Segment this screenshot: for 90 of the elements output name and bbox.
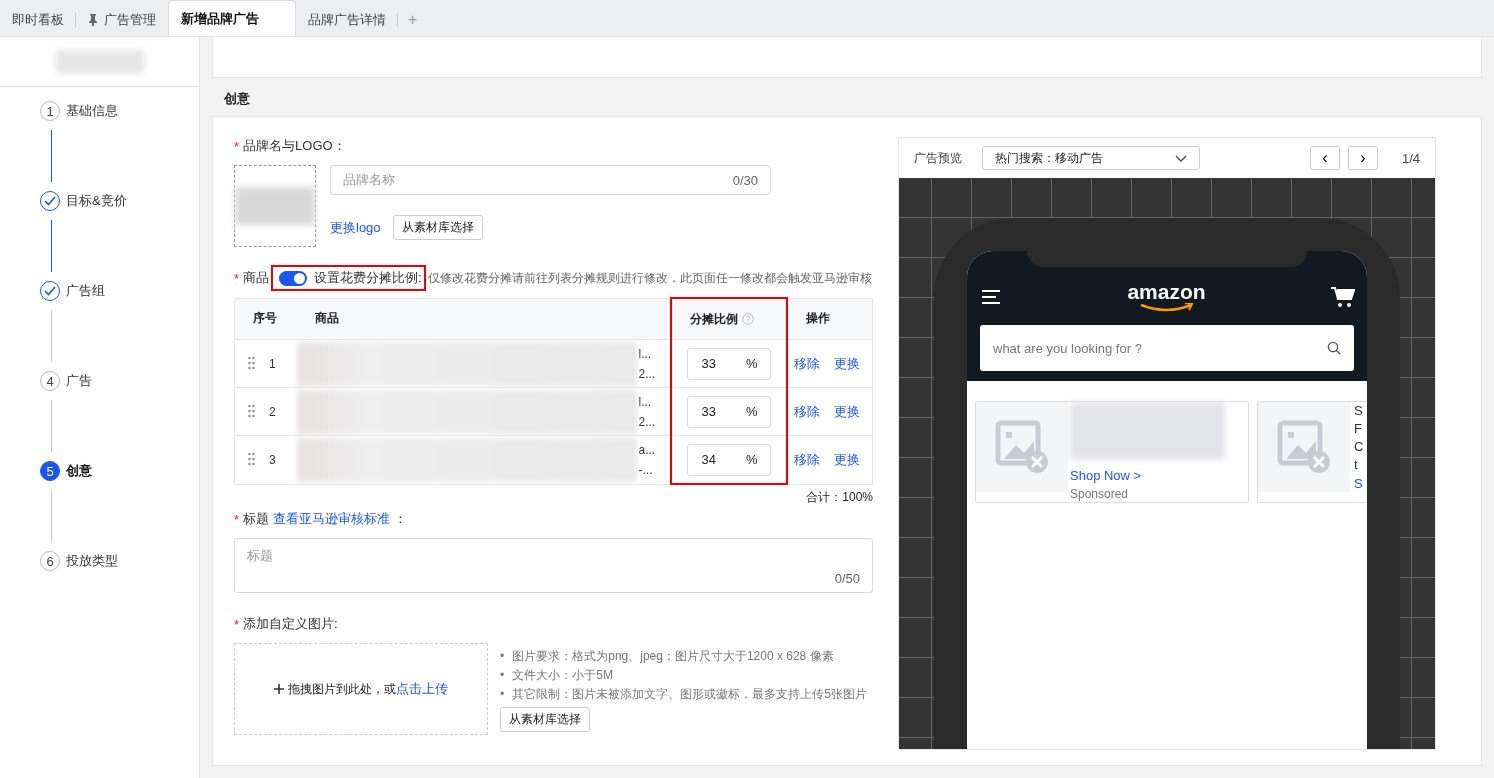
card-text-fragment: S F C t <box>1353 402 1364 474</box>
image-placeholder-icon <box>994 419 1050 475</box>
menu-icon[interactable] <box>982 289 1002 305</box>
step-label[interactable]: 投放类型 <box>66 552 118 570</box>
step-number: 4 <box>40 371 60 391</box>
step-number: 1 <box>40 101 60 121</box>
step-label[interactable]: 广告 <box>66 372 92 390</box>
next-button[interactable]: › <box>1347 146 1378 170</box>
upload-link[interactable]: 点击上传 <box>396 680 448 698</box>
preview-label: 广告预览 <box>914 149 962 167</box>
search-icon <box>1327 341 1341 355</box>
logo-upload-box[interactable] <box>234 165 316 247</box>
replace-link[interactable]: 更换 <box>833 402 860 421</box>
required-mark: * <box>234 511 240 527</box>
required-mark: * <box>234 270 240 286</box>
product-card[interactable]: Shop Now > Sponsored <box>975 401 1249 503</box>
product-title-fragment: l... 2... <box>638 345 656 383</box>
plus-icon <box>274 684 284 694</box>
product-title-fragment: a... -... <box>638 441 656 479</box>
bullet: • <box>500 686 505 703</box>
step-number: 6 <box>40 551 60 571</box>
tab[interactable]: 品牌广告详情 <box>296 3 398 36</box>
library-button[interactable]: 从素材库选择 <box>392 215 483 240</box>
field-label: 标题 <box>243 510 270 528</box>
required-mark: * <box>234 138 240 154</box>
ratio-field[interactable]: 34 % <box>686 443 771 476</box>
search-field[interactable]: what are you looking for ? <box>980 325 1354 371</box>
ratio-field[interactable]: 33 % <box>686 395 771 428</box>
rule-text: 其它限制：图片未被添加文字、图形或徽标，最多支持上传5张图片 <box>512 686 867 703</box>
step-label[interactable]: 基础信息 <box>66 102 118 120</box>
field-label: 添加自定义图片: <box>243 615 338 633</box>
rule-text: 图片要求：格式为png、jpeg；图片尺寸大于1200 x 628 像素 <box>512 648 834 665</box>
field-label: 品牌名与LOGO： <box>243 137 346 155</box>
drag-handle-icon[interactable] <box>248 405 255 418</box>
drop-text: 拖拽图片到此处，或点击上传 <box>288 680 448 698</box>
replace-link[interactable]: 更换 <box>833 450 860 469</box>
column-header: 操作 <box>805 310 830 328</box>
column-header: 序号 <box>253 310 277 328</box>
cart-icon[interactable] <box>1331 286 1355 308</box>
chevron-down-icon <box>1175 154 1187 162</box>
step-number: 5 <box>40 461 60 481</box>
drag-handle-icon[interactable] <box>248 357 255 370</box>
brand-name-field[interactable]: 品牌名称 0/30 <box>330 165 771 195</box>
required-mark: * <box>234 616 240 632</box>
previous-button[interactable]: ‹ <box>1309 146 1340 170</box>
shop-now-link[interactable]: Shop Now > <box>1070 468 1225 483</box>
column-header: 商品 <box>314 310 339 328</box>
total-text: 合计：100% <box>806 489 873 506</box>
column-header: 分摊比例 <box>689 310 738 328</box>
toggle-label: 设置花费分摊比例: <box>314 269 422 287</box>
shop-link[interactable]: S <box>1352 476 1364 491</box>
row-number: 3 <box>269 452 276 467</box>
step-label[interactable]: 目标&竞价 <box>66 192 127 210</box>
product-card[interactable]: S F C t S <box>1257 401 1367 503</box>
row-number: 1 <box>269 356 276 371</box>
remove-link[interactable]: 移除 <box>793 354 820 373</box>
review-standard-link[interactable]: 查看亚马逊审核标准 <box>273 510 391 528</box>
char-counter: 0/30 <box>732 172 758 188</box>
page-indicator: 1/4 <box>1401 150 1420 166</box>
tab[interactable]: 新增品牌广告 <box>168 0 296 36</box>
check-icon <box>44 286 56 296</box>
headline-field[interactable]: 标题 0/50 <box>234 538 873 593</box>
remove-link[interactable]: 移除 <box>793 402 820 421</box>
tab[interactable]: 广告管理 <box>76 3 168 36</box>
rule-text: 文件大小：小于5M <box>512 667 613 684</box>
store-logo: amazon <box>1127 281 1206 313</box>
check-icon <box>44 196 56 206</box>
change-logo-link[interactable]: 更换logo <box>330 218 381 237</box>
product-title-fragment: l... 2... <box>638 393 656 431</box>
hint-text: 仅修改花费分摊请前往列表分摊规则进行修改，此页面任一修改都会触发亚马逊审核 <box>427 269 872 287</box>
image-drop-zone[interactable]: 拖拽图片到此处，或点击上传 <box>234 643 488 735</box>
replace-link[interactable]: 更换 <box>833 354 860 373</box>
sponsored-label: Sponsored <box>1070 487 1130 501</box>
remove-link[interactable]: 移除 <box>793 450 820 469</box>
pin-icon <box>88 13 98 26</box>
drag-handle-icon[interactable] <box>248 453 255 467</box>
field-label: 商品 <box>243 269 270 287</box>
toggle-switch[interactable] <box>279 270 308 286</box>
bullet: • <box>500 648 505 665</box>
library-button[interactable]: 从素材库选择 <box>500 707 590 732</box>
bullet: • <box>500 667 505 684</box>
image-placeholder-icon <box>1276 419 1332 475</box>
section-title: 创意 <box>223 90 251 108</box>
tab[interactable]: 即时看板 <box>0 3 76 36</box>
step-label[interactable]: 创意 <box>66 462 92 480</box>
format-select[interactable]: 热门搜索：移动广告 <box>982 146 1200 170</box>
row-number: 2 <box>269 404 276 419</box>
colon: ： <box>394 510 408 528</box>
step-label[interactable]: 广告组 <box>66 282 105 300</box>
ratio-field[interactable]: 33 % <box>686 347 771 380</box>
